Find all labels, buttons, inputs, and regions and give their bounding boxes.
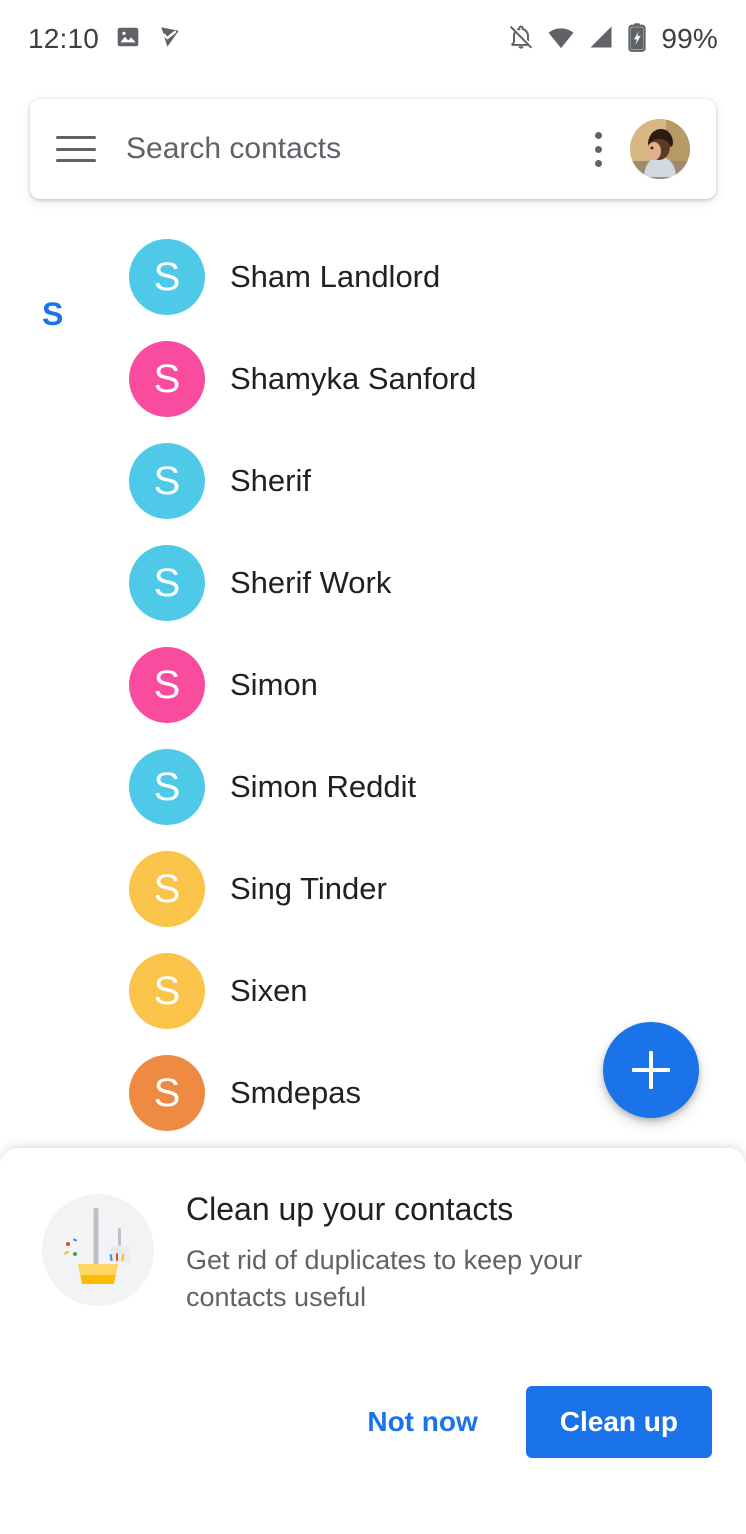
broom-dustpan-illustration bbox=[42, 1194, 154, 1306]
contact-row[interactable]: S Sherif Work bbox=[0, 532, 746, 634]
contact-name: Sham Landlord bbox=[230, 259, 441, 294]
status-bar-clock: 12:10 bbox=[28, 23, 100, 54]
contact-avatar: S bbox=[129, 341, 205, 417]
clean-up-button[interactable]: Clean up bbox=[525, 1386, 712, 1458]
contact-row[interactable]: S Sing Tinder bbox=[0, 838, 746, 940]
contact-avatar: S bbox=[129, 443, 205, 519]
contact-name: Simon Reddit bbox=[230, 769, 417, 804]
not-now-button[interactable]: Not now bbox=[349, 1392, 495, 1452]
contact-row[interactable]: S Shamyka Sanford bbox=[0, 328, 746, 430]
contact-name: Sherif Work bbox=[230, 565, 392, 600]
search-input[interactable]: Search contacts bbox=[126, 132, 594, 166]
battery-charging-icon bbox=[626, 22, 648, 57]
contact-row[interactable]: S Simon Reddit bbox=[0, 736, 746, 838]
status-bar-right: 99% bbox=[507, 22, 718, 57]
promo-card-text: Clean up your contacts Get rid of duplic… bbox=[186, 1188, 626, 1315]
contact-row[interactable]: S Sherif bbox=[0, 430, 746, 532]
battery-percent-label: 99% bbox=[661, 23, 718, 54]
contact-name: Sing Tinder bbox=[230, 871, 387, 906]
contact-avatar: S bbox=[129, 851, 205, 927]
contact-avatar: S bbox=[129, 647, 205, 723]
plus-icon-bar bbox=[632, 1068, 670, 1072]
promo-card-body: Clean up your contacts Get rid of duplic… bbox=[0, 1148, 746, 1315]
avatar[interactable] bbox=[630, 119, 690, 179]
cleanup-promo-card: Clean up your contacts Get rid of duplic… bbox=[0, 1148, 746, 1534]
contact-name: Sixen bbox=[230, 973, 308, 1008]
contact-avatar: S bbox=[129, 545, 205, 621]
status-bar-left: 12:10 bbox=[28, 23, 183, 55]
contacts-list[interactable]: S S Sham Landlord S Shamyka Sanford S Sherif S… bbox=[0, 78, 746, 1148]
search-bar[interactable]: Search contacts bbox=[30, 99, 716, 199]
contact-row[interactable]: S Simon bbox=[0, 634, 746, 736]
contacts-app-screen: 12:10 99% S S Sham Landlord S Shamyka Sa… bbox=[0, 0, 746, 1534]
cell-signal-icon bbox=[587, 23, 615, 56]
contact-avatar: S bbox=[129, 953, 205, 1029]
more-vert-icon[interactable] bbox=[594, 131, 602, 167]
contact-avatar: S bbox=[129, 749, 205, 825]
contact-row[interactable]: S Sham Landlord bbox=[0, 226, 746, 328]
contact-name: Smdepas bbox=[230, 1075, 361, 1110]
flag-check-icon bbox=[157, 24, 183, 55]
contact-avatar: S bbox=[129, 1055, 205, 1131]
image-icon bbox=[115, 24, 141, 55]
contact-name: Shamyka Sanford bbox=[230, 361, 477, 396]
promo-card-actions: Not now Clean up bbox=[349, 1386, 712, 1458]
notifications-silenced-icon bbox=[507, 23, 535, 56]
promo-card-title: Clean up your contacts bbox=[186, 1191, 514, 1227]
contact-name: Simon bbox=[230, 667, 318, 702]
status-bar: 12:10 99% bbox=[0, 0, 746, 78]
contact-avatar: S bbox=[129, 239, 205, 315]
wifi-icon bbox=[546, 23, 576, 56]
create-contact-fab[interactable] bbox=[603, 1022, 699, 1118]
promo-card-subtitle: Get rid of duplicates to keep your conta… bbox=[186, 1245, 583, 1312]
hamburger-menu-icon[interactable] bbox=[56, 136, 96, 162]
contact-name: Sherif bbox=[230, 463, 311, 498]
